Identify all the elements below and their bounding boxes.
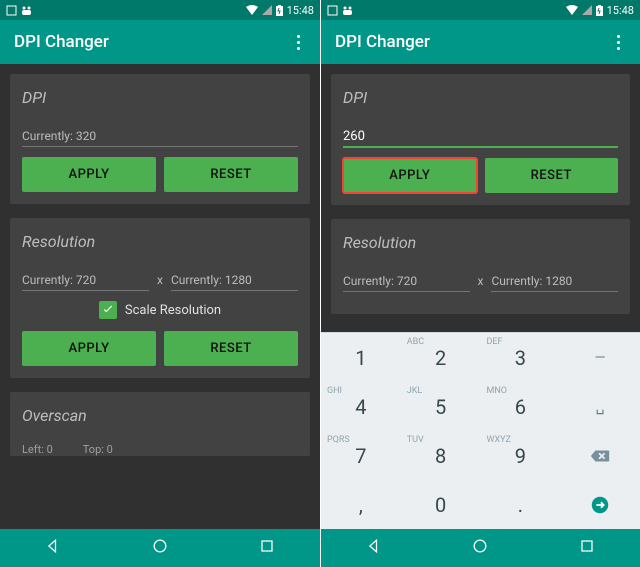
back-button[interactable]	[43, 536, 63, 560]
width-input[interactable]: Currently: 720	[22, 269, 149, 291]
overflow-menu-icon[interactable]	[611, 29, 626, 56]
backspace-icon	[589, 445, 611, 467]
overscan-top: Top: 0	[83, 443, 113, 456]
resolution-title: Resolution	[22, 232, 298, 251]
status-bar: 15:48	[321, 0, 640, 20]
recent-button[interactable]	[257, 536, 277, 560]
scale-checkbox[interactable]	[99, 301, 117, 319]
signal-icon	[582, 5, 592, 15]
signal-icon	[262, 5, 272, 15]
key-1[interactable]: 1	[321, 333, 401, 382]
battery-icon	[596, 5, 603, 16]
home-button[interactable]	[150, 536, 170, 560]
notification-icon	[6, 5, 17, 16]
overscan-left: Left: 0	[22, 443, 53, 456]
reset-button[interactable]: RESET	[164, 157, 298, 192]
dpi-card: DPI 260 APPLY RESET	[331, 74, 630, 205]
apply-button[interactable]: APPLY	[22, 331, 156, 366]
check-icon	[101, 303, 115, 317]
app-bar: DPI Changer	[0, 20, 320, 64]
dpi-input[interactable]: 260	[343, 125, 618, 148]
nav-bar	[0, 529, 320, 567]
width-input[interactable]: Currently: 720	[343, 270, 470, 292]
apply-button[interactable]: APPLY	[22, 157, 156, 192]
wifi-icon	[246, 5, 258, 15]
resolution-card: Resolution Currently: 720 x Currently: 1…	[331, 219, 630, 314]
recent-button[interactable]	[577, 536, 597, 560]
reset-button[interactable]: RESET	[164, 331, 298, 366]
overflow-menu-icon[interactable]	[291, 29, 306, 56]
key-7[interactable]: PQRS7	[321, 431, 401, 480]
key-comma[interactable]: ,	[321, 480, 401, 529]
key-space[interactable]: ␣	[560, 382, 640, 431]
key-8[interactable]: TUV8	[401, 431, 481, 480]
height-input[interactable]: Currently: 1280	[491, 270, 618, 292]
key-2[interactable]: ABC2	[401, 333, 481, 382]
resolution-title: Resolution	[343, 233, 618, 252]
overscan-title: Overscan	[22, 406, 298, 425]
dpi-placeholder: Currently: 320	[22, 129, 96, 143]
app-title: DPI Changer	[335, 32, 430, 52]
numeric-keyboard: 1 ABC2 DEF3 — GHI4 JKL5 MNO6 ␣ PQRS7 TUV…	[321, 332, 640, 529]
screenshot-left: 15:48 DPI Changer DPI Currently: 320 APP…	[0, 0, 320, 567]
app-title: DPI Changer	[14, 32, 109, 52]
resolution-card: Resolution Currently: 720 x Currently: 1…	[10, 218, 310, 378]
android-icon	[342, 5, 353, 16]
overscan-card: Overscan Left: 0 Top: 0	[10, 392, 310, 456]
key-enter[interactable]	[560, 480, 640, 529]
clock: 15:48	[287, 4, 314, 17]
x-separator: x	[157, 273, 163, 291]
enter-icon	[589, 494, 611, 516]
height-input[interactable]: Currently: 1280	[171, 269, 298, 291]
key-5[interactable]: JKL5	[401, 382, 481, 431]
dpi-value: 260	[343, 129, 365, 144]
notification-icon	[327, 5, 338, 16]
key-9[interactable]: WXYZ9	[481, 431, 561, 480]
scale-label: Scale Resolution	[125, 303, 221, 318]
dpi-input[interactable]: Currently: 320	[22, 125, 298, 147]
key-0[interactable]: 0	[401, 480, 481, 529]
dpi-title: DPI	[22, 88, 298, 107]
apply-button[interactable]: APPLY	[343, 158, 477, 193]
back-button[interactable]	[364, 536, 384, 560]
home-button[interactable]	[470, 536, 490, 560]
key-3[interactable]: DEF3	[481, 333, 561, 382]
key-period[interactable]: .	[481, 480, 561, 529]
status-bar: 15:48	[0, 0, 320, 20]
android-icon	[21, 5, 32, 16]
battery-icon	[276, 5, 283, 16]
key-backspace[interactable]	[560, 431, 640, 480]
content-area: DPI Currently: 320 APPLY RESET Resolutio…	[0, 64, 320, 529]
clock: 15:48	[607, 4, 634, 17]
nav-bar	[321, 529, 640, 567]
reset-button[interactable]: RESET	[485, 158, 619, 193]
wifi-icon	[566, 5, 578, 15]
app-bar: DPI Changer	[321, 20, 640, 64]
key-6[interactable]: MNO6	[481, 382, 561, 431]
key-dash[interactable]: —	[560, 333, 640, 382]
dpi-title: DPI	[343, 88, 618, 107]
dpi-card: DPI Currently: 320 APPLY RESET	[10, 74, 310, 204]
x-separator: x	[478, 274, 484, 292]
screenshot-right: 15:48 DPI Changer DPI 260 APPLY RESET Re…	[320, 0, 640, 567]
key-4[interactable]: GHI4	[321, 382, 401, 431]
